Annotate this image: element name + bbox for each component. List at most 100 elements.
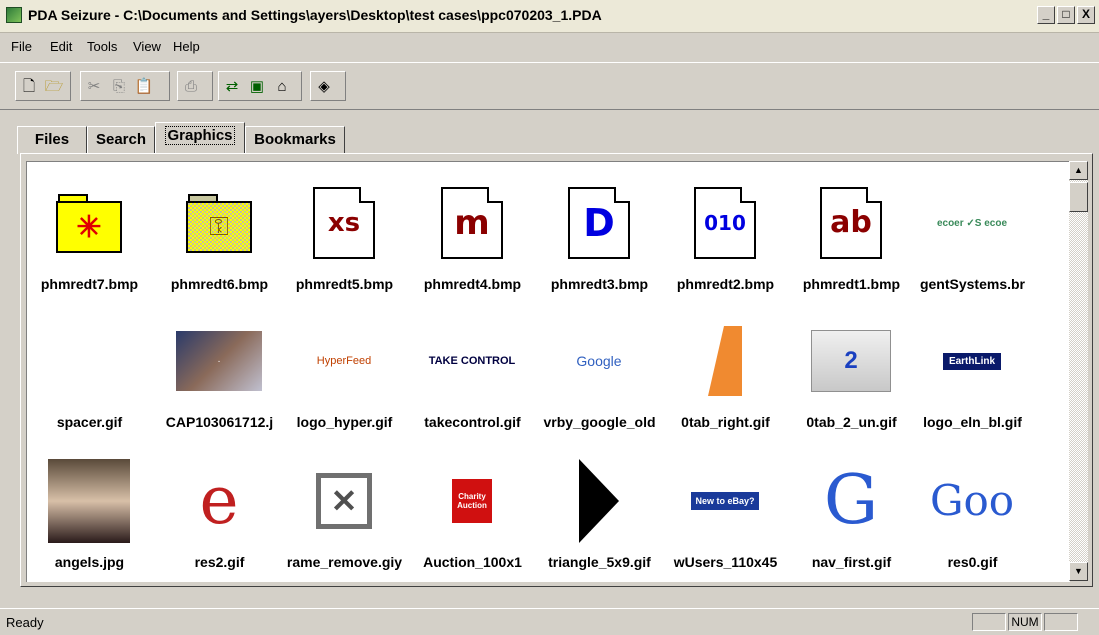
import-icon[interactable]: ⌂ <box>271 75 293 97</box>
graphic-item[interactable]: HyperFeed logo_hyper.gif <box>282 300 407 450</box>
graphic-filename: phmredt3.bmp <box>550 276 649 292</box>
graphic-item[interactable]: xs phmredt5.bmp <box>282 162 407 312</box>
acquire-icon[interactable]: ⇄ <box>221 75 243 97</box>
menu-edit[interactable]: Edit <box>50 39 72 54</box>
status-pane-caps <box>972 613 1006 631</box>
close-button[interactable]: X <box>1077 6 1095 24</box>
graphic-thumbnail: D <box>549 180 649 266</box>
graphic-glyph: TAKE CONTROL <box>428 355 516 367</box>
graphic-item[interactable]: ✕ rame_remove.giy <box>282 440 407 582</box>
graphic-item[interactable]: EarthLink logo_eln_bl.gif <box>910 300 1035 450</box>
graphic-filename: logo_eln_bl.gif <box>923 414 1022 430</box>
copy-icon[interactable]: ⎘ <box>108 75 130 97</box>
graphic-item[interactable]: e res2.gif <box>157 440 282 582</box>
graphic-thumbnail: HyperFeed <box>294 318 394 404</box>
device-icon[interactable]: ▣ <box>246 75 268 97</box>
cut-icon[interactable]: ✂ <box>83 75 105 97</box>
graphic-item[interactable]: spacer.gif <box>27 300 152 450</box>
graphic-item[interactable]: Dphmredt3.bmp <box>537 162 662 312</box>
graphic-item[interactable]: 010 phmredt2.bmp <box>663 162 788 312</box>
tab-bookmarks[interactable]: Bookmarks <box>245 126 345 154</box>
graphic-glyph: 010 <box>704 211 746 235</box>
menu-view[interactable]: View <box>133 39 161 54</box>
graphic-thumbnail: TAKE CONTROL <box>422 318 522 404</box>
graphic-filename: CAP103061712.j <box>165 414 274 430</box>
graphic-item[interactable]: angels.jpg <box>27 440 152 582</box>
graphic-filename: triangle_5x9.gif <box>548 554 651 570</box>
graphic-item[interactable]: ecoer ✓S ecoe gentSystems.br <box>910 162 1035 312</box>
graphic-item[interactable]: Charity Auction Auction_100x1 <box>410 440 535 582</box>
title-bar: PDA Seizure - C:\Documents and Settings\… <box>0 0 1099 33</box>
graphic-filename: vrby_google_old <box>543 414 656 430</box>
graphic-item[interactable]: ✳ phmredt7.bmp <box>27 162 152 312</box>
graphic-glyph: Charity Auction <box>457 492 487 510</box>
graphic-item[interactable]: Gnav_first.gif <box>789 440 914 582</box>
graphic-thumbnail: xs <box>294 180 394 266</box>
graphic-glyph: 2 <box>844 347 858 374</box>
vertical-scrollbar[interactable]: ▲ ▼ <box>1069 161 1088 581</box>
graphic-thumbnail <box>39 318 139 404</box>
graphic-glyph: Google <box>576 353 622 369</box>
maximize-button[interactable]: □ <box>1057 6 1075 24</box>
graphic-item[interactable]: ⚿ phmredt6.bmp <box>157 162 282 312</box>
graphic-filename: rame_remove.giy <box>286 554 403 570</box>
graphic-filename: gentSystems.br <box>919 276 1026 292</box>
graphic-item[interactable]: TAKE CONTROL takecontrol.gif <box>410 300 535 450</box>
graphic-filename: phmredt2.bmp <box>676 276 775 292</box>
scroll-up-button[interactable]: ▲ <box>1069 161 1088 180</box>
graphic-item[interactable]: Goo res0.gif <box>910 440 1035 582</box>
graphic-filename: wUsers_110x45 <box>673 554 778 570</box>
graphic-thumbnail <box>549 458 649 544</box>
scroll-down-button[interactable]: ▼ <box>1069 562 1088 581</box>
graphic-thumbnail: New to eBay? <box>675 458 775 544</box>
graphic-item[interactable]: ab phmredt1.bmp <box>789 162 914 312</box>
menu-help[interactable]: Help <box>173 39 200 54</box>
graphic-thumbnail: ⚿ <box>169 180 269 266</box>
graphic-thumbnail: Google <box>549 318 649 404</box>
graphic-thumbnail: m <box>422 180 522 266</box>
graphic-item[interactable]: m phmredt4.bmp <box>410 162 535 312</box>
graphic-filename: res0.gif <box>947 554 998 570</box>
graphic-thumbnail: 010 <box>675 180 775 266</box>
tab-graphics[interactable]: Graphics <box>155 122 245 154</box>
graphic-glyph: ab <box>830 205 872 240</box>
print-icon[interactable]: ⎙ <box>180 75 202 97</box>
about-icon[interactable]: ◈ <box>313 75 335 97</box>
graphic-thumbnail: ✳ <box>39 180 139 266</box>
paste-icon[interactable]: 📋 <box>133 75 155 97</box>
status-pane-num: NUM <box>1008 613 1042 631</box>
open-icon[interactable]: 🗁 <box>43 75 65 97</box>
graphic-filename: Auction_100x1 <box>423 554 522 570</box>
graphic-glyph: G <box>823 461 879 540</box>
new-icon[interactable]: 🗋 <box>18 75 40 97</box>
scroll-thumb[interactable] <box>1069 182 1088 212</box>
graphic-item[interactable]: 2 0tab_2_un.gif <box>789 300 914 450</box>
graphic-item[interactable]: Google vrby_google_old <box>537 300 662 450</box>
tab-search[interactable]: Search <box>87 126 155 154</box>
menu-tools[interactable]: Tools <box>87 39 117 54</box>
status-pane-scrl <box>1044 613 1078 631</box>
graphic-item[interactable]: 0tab_right.gif <box>663 300 788 450</box>
status-bar: Ready NUM <box>0 608 1099 635</box>
tab-files[interactable]: Files <box>17 126 87 154</box>
graphic-item[interactable]: triangle_5x9.gif <box>537 440 662 582</box>
graphic-thumbnail: EarthLink <box>922 318 1022 404</box>
menu-file[interactable]: File <box>11 39 32 54</box>
graphic-glyph: e <box>199 462 239 539</box>
graphic-glyph: D <box>583 201 615 245</box>
status-text: Ready <box>6 615 44 630</box>
graphic-glyph: m <box>454 203 490 243</box>
graphic-glyph: EarthLink <box>948 355 996 367</box>
graphic-filename: logo_hyper.gif <box>296 414 393 430</box>
graphic-item[interactable]: · CAP103061712.j <box>157 300 282 450</box>
app-icon[interactable] <box>6 7 22 23</box>
graphic-thumbnail: 2 <box>801 318 901 404</box>
graphic-thumbnail: · <box>169 318 269 404</box>
graphic-filename: angels.jpg <box>54 554 125 570</box>
minimize-button[interactable]: _ <box>1037 6 1055 24</box>
graphic-item[interactable]: New to eBay? wUsers_110x45 <box>663 440 788 582</box>
graphic-glyph: Goo <box>929 476 1015 525</box>
graphics-view[interactable]: ✳ phmredt7.bmp ⚿ phmredt6.bmp xs phmredt5.bmp… <box>26 161 1070 582</box>
graphics-grid: ✳ phmredt7.bmp ⚿ phmredt6.bmp xs phmredt5.bmp… <box>27 162 1070 582</box>
graphic-thumbnail: G <box>801 458 901 544</box>
